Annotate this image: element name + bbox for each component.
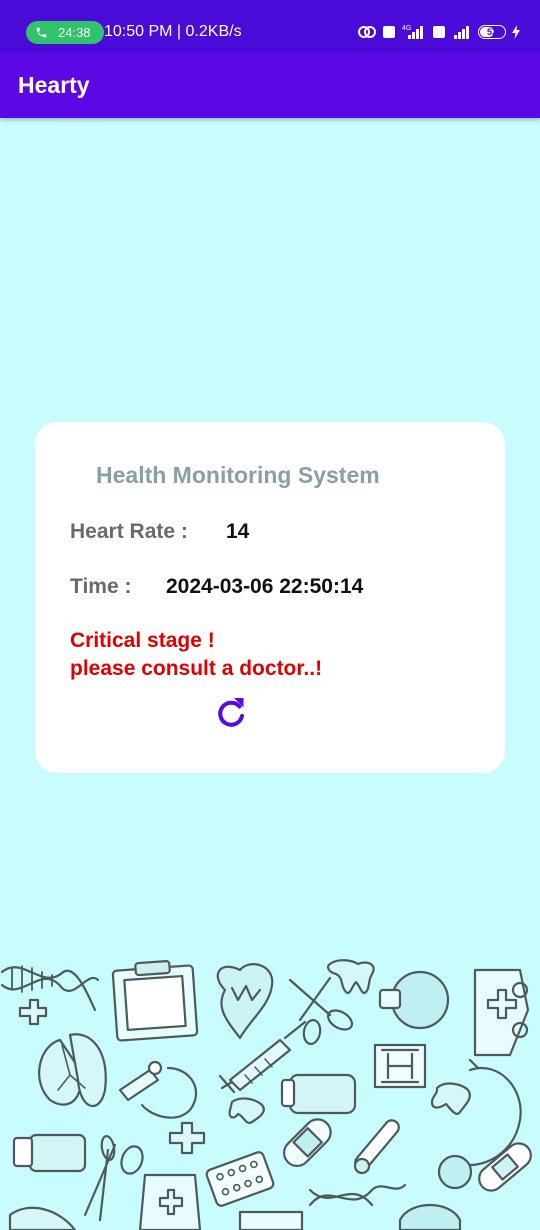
thermometer-icon [353, 1119, 400, 1175]
network-type-label: 4G [402, 25, 411, 32]
time-label: Time : [70, 575, 132, 598]
clipboard-icon [238, 1210, 304, 1230]
charging-icon [512, 25, 520, 39]
medical-kit-icon [473, 968, 530, 1057]
bandage-icon [283, 1118, 332, 1167]
microscope-icon [118, 1060, 197, 1119]
tooth-icon [228, 1097, 265, 1124]
refresh-icon[interactable] [215, 694, 247, 730]
alert-line-2: please consult a doctor..! [70, 657, 323, 680]
scissors-icon [83, 1135, 144, 1222]
lungs-icon [8, 1206, 77, 1230]
call-timer: 24:38 [58, 25, 91, 40]
medical-kit-icon [138, 1173, 202, 1230]
flask-icon [378, 970, 450, 1030]
critical-alert: Critical stage ! please consult a doctor… [70, 627, 322, 683]
medical-doodle-background [0, 959, 532, 1230]
time-value: 2024-03-06 22:50:14 [166, 575, 364, 598]
pill-bottle-icon [12, 1133, 87, 1173]
alert-line-1: Critical stage ! [70, 629, 215, 652]
app-title: Hearty [18, 72, 90, 98]
card-title: Health Monitoring System [96, 462, 380, 488]
pill-bottle-icon [280, 1073, 357, 1115]
tooth-icon [430, 1082, 471, 1115]
battery-level: 52 [486, 27, 497, 37]
volte-icon [433, 26, 445, 38]
ongoing-call-pill[interactable]: 24:38 [26, 21, 104, 44]
hospital-sign-icon [373, 1043, 427, 1089]
clipboard-icon [111, 960, 199, 1042]
heart-rate-value: 14 [226, 520, 250, 543]
signal-icon [454, 26, 469, 39]
tooth-icon [326, 959, 375, 994]
phone-icon [36, 27, 47, 38]
cross-icon [168, 1121, 206, 1155]
battery-icon: 52 [478, 25, 506, 39]
status-icons: 4G 52 [358, 22, 520, 42]
link-icon [358, 26, 376, 38]
heart-rate-label: Heart Rate : [70, 520, 188, 543]
cross-icon [18, 998, 48, 1026]
dna-icon [308, 1183, 407, 1207]
status-bar: 24:38 10:50 PM | 0.2KB/s 4G 52 [0, 0, 540, 52]
dna-icon [0, 965, 100, 1012]
lungs-icon [38, 1033, 107, 1108]
status-time-speed: 10:50 PM | 0.2KB/s [104, 23, 242, 40]
pill-blister-icon [205, 1151, 275, 1207]
heart-organ-icon [216, 963, 274, 1040]
signal-icon: 4G [402, 25, 423, 39]
flask-icon [398, 1203, 462, 1230]
app-bar: Hearty [0, 52, 540, 118]
volte-icon [383, 26, 395, 38]
bandage-icon [478, 1142, 532, 1192]
health-card: Health Monitoring System Heart Rate : 14… [35, 422, 505, 773]
